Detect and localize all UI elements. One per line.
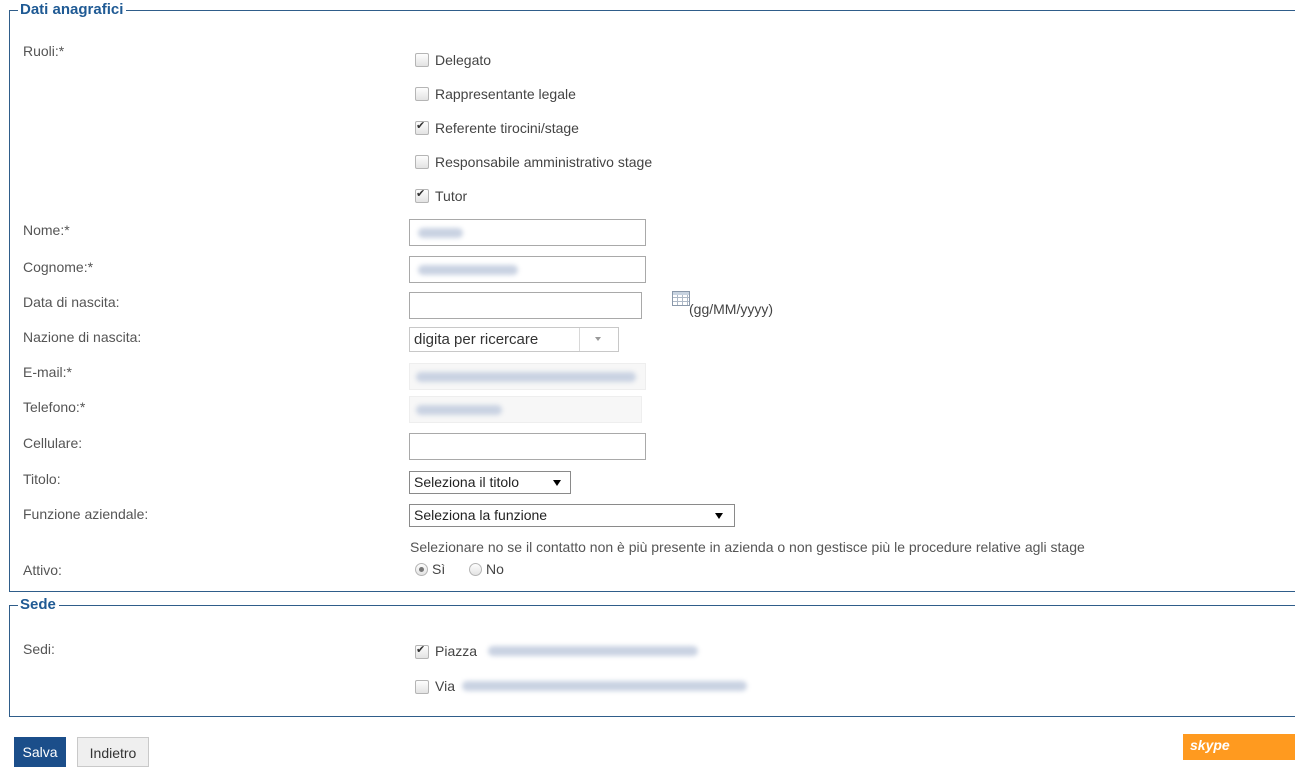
sede-legend: Sede	[18, 596, 59, 614]
attivo-hint: Selezionare no se il contatto non è più …	[410, 539, 1085, 555]
checkbox-sede-piazza[interactable]	[415, 643, 429, 659]
sede-piazza-address-redacted	[488, 646, 698, 656]
nome-value-redacted	[418, 228, 463, 238]
chevron-down-icon	[595, 337, 601, 341]
nazione-combobox[interactable]: digita per ricercare	[409, 327, 619, 352]
ruoli-label: Ruoli:*	[23, 43, 65, 59]
sedi-label: Sedi:	[23, 641, 55, 657]
nazione-placeholder: digita per ricercare	[414, 331, 539, 348]
telefono-value-redacted	[416, 405, 502, 415]
titolo-select[interactable]: Seleziona il titolo	[409, 471, 571, 494]
data-format-hint: (gg/MM/yyyy)	[689, 301, 773, 317]
checkbox-delegato[interactable]	[415, 53, 429, 67]
attivo-label: Attivo:	[23, 562, 62, 578]
nome-input[interactable]	[409, 219, 646, 246]
titolo-selected: Seleziona il titolo	[414, 474, 520, 490]
funzione-label: Funzione aziendale:	[23, 506, 149, 522]
radio-attivo-no[interactable]	[469, 563, 482, 576]
dropdown-arrow-icon	[553, 480, 561, 486]
checkbox-rappresentante-legale[interactable]	[415, 87, 429, 101]
dati-anagrafici-legend: Dati anagrafici	[18, 1, 127, 19]
titolo-label: Titolo:	[23, 471, 61, 487]
checkbox-referente-tirocini-label: Referente tirocini/stage	[435, 120, 579, 136]
checkbox-rappresentante-legale-label: Rappresentante legale	[435, 86, 576, 102]
checkbox-tutor-label: Tutor	[435, 188, 468, 204]
email-value-redacted	[416, 372, 636, 382]
skype-widget[interactable]: skype	[1183, 734, 1295, 760]
cellulare-label: Cellulare:	[23, 435, 83, 451]
checkbox-sede-piazza-label: Piazza	[435, 643, 478, 659]
checkbox-tutor[interactable]	[415, 187, 429, 203]
dropdown-arrow-icon	[715, 513, 723, 519]
email-label: E-mail:*	[23, 364, 73, 380]
cognome-label: Cognome:*	[23, 259, 94, 275]
email-input[interactable]	[409, 363, 646, 390]
checkbox-responsabile-amministrativo-label: Responsabile amministrativo stage	[435, 154, 653, 170]
checkbox-sede-via-label: Via	[435, 678, 455, 694]
radio-attivo-no-label: No	[486, 561, 504, 577]
salva-button[interactable]: Salva	[14, 737, 66, 767]
radio-attivo-si[interactable]	[415, 563, 428, 576]
checkbox-delegato-label: Delegato	[435, 52, 492, 68]
telefono-input[interactable]	[409, 396, 642, 423]
skype-logo: skype	[1190, 737, 1230, 753]
indietro-button[interactable]: Indietro	[77, 737, 149, 767]
funzione-select[interactable]: Seleziona la funzione	[409, 504, 735, 527]
cognome-input[interactable]	[409, 256, 646, 283]
nazione-label: Nazione di nascita:	[23, 329, 142, 345]
checkbox-responsabile-amministrativo[interactable]	[415, 155, 429, 169]
checkbox-referente-tirocini[interactable]	[415, 119, 429, 135]
radio-attivo-si-label: Sì	[432, 561, 446, 577]
sede-fieldset	[9, 605, 1295, 717]
sede-via-address-redacted	[462, 681, 747, 691]
cognome-value-redacted	[418, 265, 518, 275]
data-nascita-input[interactable]	[409, 292, 642, 319]
nazione-dropdown-button[interactable]	[579, 328, 618, 351]
checkbox-sede-via[interactable]	[415, 680, 429, 694]
nome-label: Nome:*	[23, 222, 70, 238]
telefono-label: Telefono:*	[23, 399, 86, 415]
calendar-icon[interactable]	[672, 291, 690, 306]
cellulare-input[interactable]	[409, 433, 646, 460]
funzione-selected: Seleziona la funzione	[414, 507, 548, 523]
data-nascita-label: Data di nascita:	[23, 294, 120, 310]
